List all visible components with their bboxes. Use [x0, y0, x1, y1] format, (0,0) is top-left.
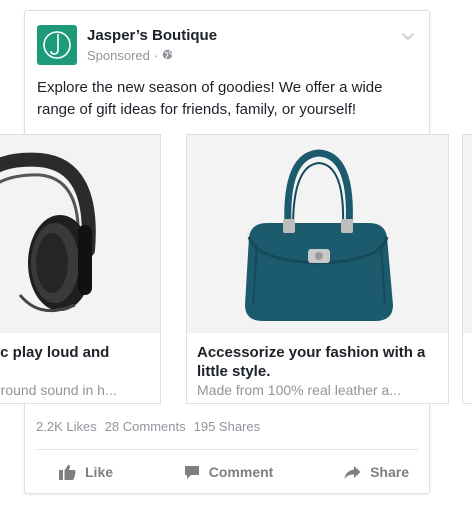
- card-title: Accessorize your fashion with a little s…: [197, 344, 426, 380]
- post-meta: Sponsored ·: [87, 48, 173, 63]
- handbag-image: [187, 135, 448, 333]
- like-button[interactable]: Like: [59, 459, 113, 485]
- carousel-card-handbag[interactable]: Accessorize your fashion with a little s…: [186, 134, 449, 404]
- comment-label: Comment: [208, 464, 274, 480]
- engagement-stats: 2.2K Likes 28 Comments 195 Shares: [36, 419, 260, 434]
- carousel-card-next[interactable]: [462, 134, 472, 404]
- card-title: ic play loud and: [0, 344, 110, 361]
- chevron-down-icon[interactable]: [401, 29, 415, 47]
- action-bar: Like Comment Share: [25, 459, 429, 485]
- share-icon: [344, 465, 361, 480]
- comment-button[interactable]: Comment: [184, 459, 274, 485]
- like-label: Like: [85, 464, 114, 480]
- likes-count[interactable]: 2.2K Likes: [36, 419, 97, 434]
- post-header: Jasper’s Boutique Sponsored ·: [37, 25, 417, 65]
- thumbs-up-icon: [59, 464, 76, 480]
- next-card-image: [463, 135, 472, 333]
- shares-count[interactable]: 195 Shares: [194, 419, 261, 434]
- sponsored-label[interactable]: Sponsored: [87, 48, 150, 63]
- globe-icon: [162, 48, 173, 63]
- comment-icon: [184, 465, 200, 480]
- card-description: Made from 100% real leather a...: [197, 382, 401, 398]
- carousel-card-headphones[interactable]: ic play loud and rround sound in h...: [0, 134, 161, 404]
- page-logo-icon[interactable]: [37, 25, 77, 65]
- divider: [36, 449, 418, 450]
- post-text: Explore the new season of goodies! We of…: [37, 79, 383, 118]
- card-description: rround sound in h...: [0, 382, 117, 398]
- comments-count[interactable]: 28 Comments: [105, 419, 186, 434]
- page-name-link[interactable]: Jasper’s Boutique: [87, 27, 217, 44]
- headphones-image: [0, 135, 160, 333]
- meta-separator: ·: [153, 48, 159, 63]
- share-label: Share: [370, 464, 409, 480]
- share-button[interactable]: Share: [344, 459, 409, 485]
